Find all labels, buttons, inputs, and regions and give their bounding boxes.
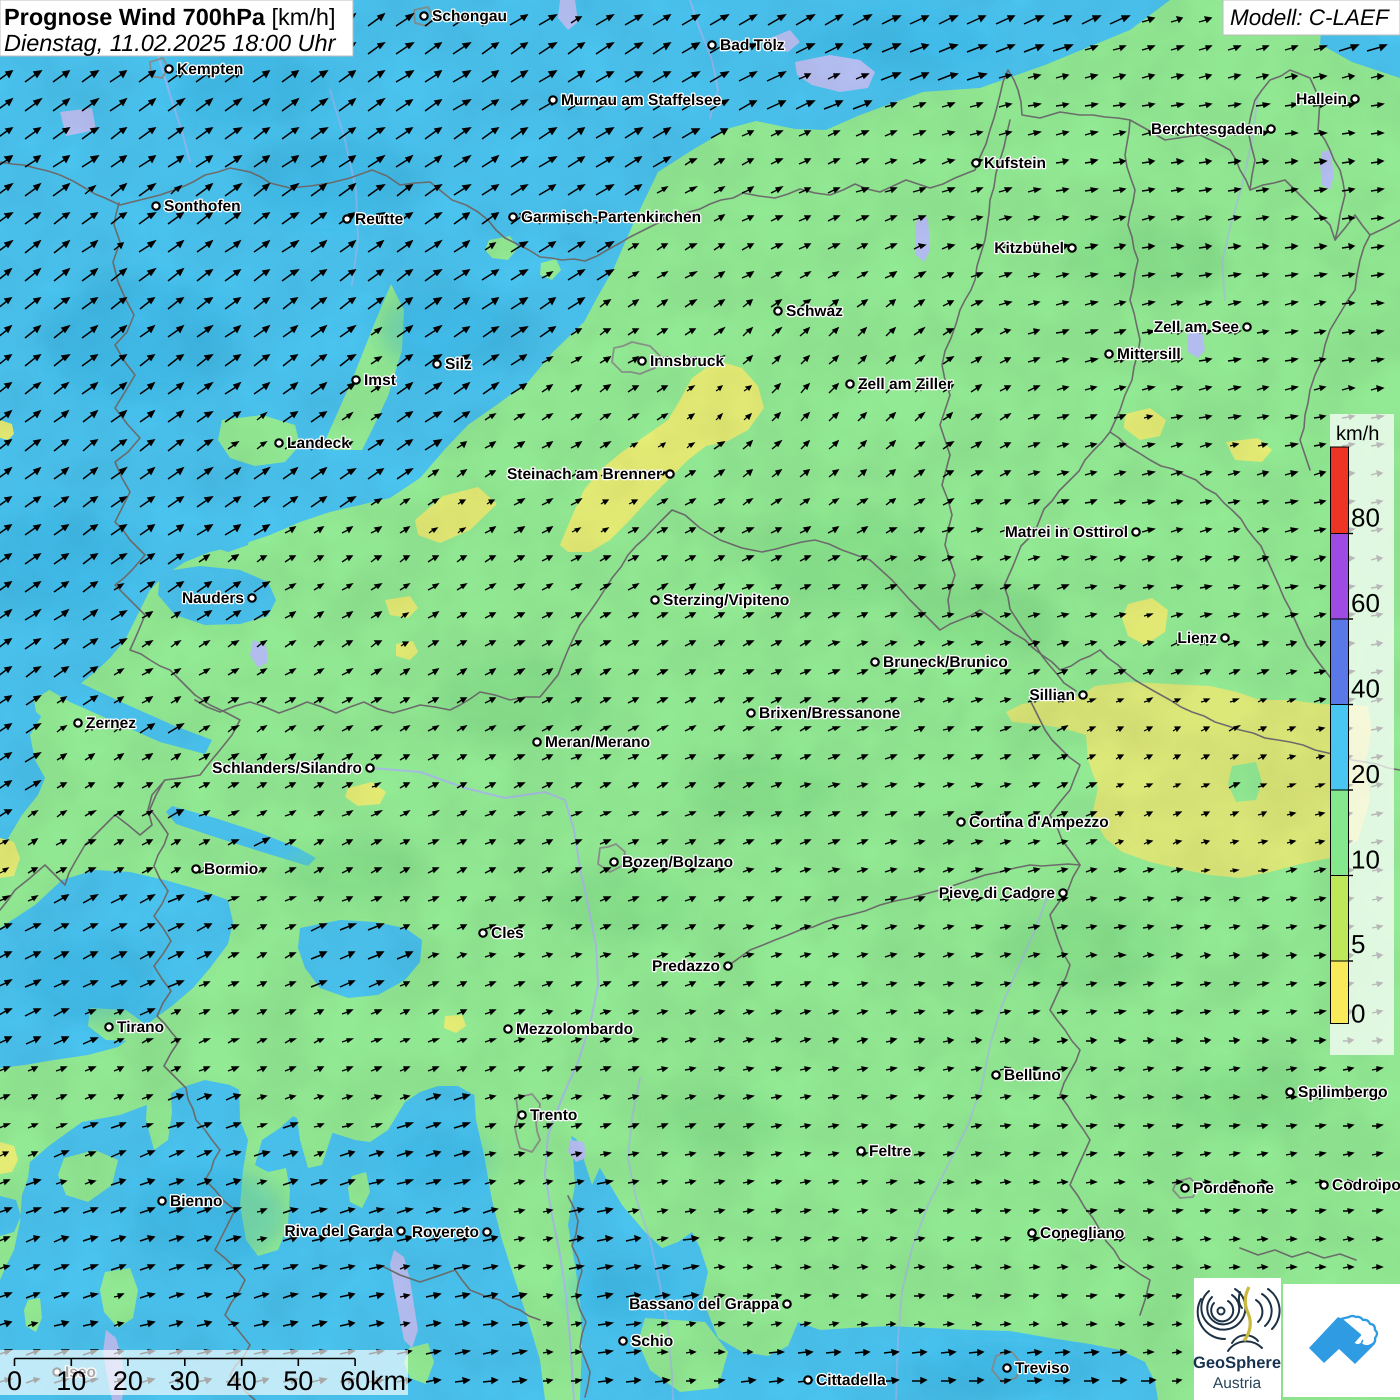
svg-text:Dienstag, 11.02.2025 18:00 Uhr: Dienstag, 11.02.2025 18:00 Uhr xyxy=(4,30,337,56)
svg-text:Feltre: Feltre xyxy=(869,1143,912,1160)
svg-text:60: 60 xyxy=(1351,588,1380,618)
svg-text:Codroipo: Codroipo xyxy=(1332,1177,1400,1194)
svg-text:Nauders: Nauders xyxy=(182,590,244,607)
svg-text:Hallein: Hallein xyxy=(1296,91,1347,108)
svg-text:Silz: Silz xyxy=(445,356,472,373)
svg-text:Reutte: Reutte xyxy=(355,211,404,228)
svg-text:20: 20 xyxy=(113,1366,143,1396)
svg-text:Sillian: Sillian xyxy=(1029,687,1075,704)
svg-text:Kufstein: Kufstein xyxy=(984,155,1046,172)
svg-text:Riva del Garda: Riva del Garda xyxy=(284,1223,393,1240)
svg-text:Zernez: Zernez xyxy=(86,715,136,732)
svg-text:Schio: Schio xyxy=(631,1333,673,1350)
svg-text:Conegliano: Conegliano xyxy=(1040,1225,1124,1242)
svg-text:30: 30 xyxy=(170,1366,200,1396)
svg-text:Bruneck/Brunico: Bruneck/Brunico xyxy=(883,654,1008,671)
svg-text:Zell am Ziller: Zell am Ziller xyxy=(858,376,953,393)
svg-text:Kitzbühel: Kitzbühel xyxy=(994,240,1064,257)
svg-text:Schongau: Schongau xyxy=(432,8,507,25)
svg-text:km: km xyxy=(370,1366,406,1396)
svg-text:Modell: C-LAEF: Modell: C-LAEF xyxy=(1230,5,1390,30)
svg-text:50: 50 xyxy=(283,1366,313,1396)
svg-text:10: 10 xyxy=(1351,845,1380,875)
svg-text:Tirano: Tirano xyxy=(117,1019,164,1036)
svg-text:Brixen/Bressanone: Brixen/Bressanone xyxy=(759,705,901,722)
svg-text:Cittadella: Cittadella xyxy=(816,1372,886,1389)
svg-text:Bienno: Bienno xyxy=(170,1193,223,1210)
svg-text:10: 10 xyxy=(56,1366,86,1396)
svg-text:Bassano del Grappa: Bassano del Grappa xyxy=(629,1296,779,1313)
svg-text:Lienz: Lienz xyxy=(1177,630,1217,647)
svg-text:Murnau am Staffelsee: Murnau am Staffelsee xyxy=(561,92,722,109)
svg-text:Treviso: Treviso xyxy=(1015,1360,1069,1377)
svg-text:Imst: Imst xyxy=(364,372,396,389)
svg-text:Steinach am Brenner: Steinach am Brenner xyxy=(507,466,662,483)
svg-text:5: 5 xyxy=(1351,929,1365,959)
svg-text:40: 40 xyxy=(227,1366,257,1396)
svg-text:Schlanders/Silandro: Schlanders/Silandro xyxy=(212,760,362,777)
svg-text:Matrei in Osttirol: Matrei in Osttirol xyxy=(1005,524,1128,541)
svg-text:Pordenone: Pordenone xyxy=(1193,1180,1274,1197)
svg-text:Mittersill: Mittersill xyxy=(1117,346,1181,363)
svg-text:0: 0 xyxy=(1351,999,1365,1029)
svg-text:Cortina d'Ampezzo: Cortina d'Ampezzo xyxy=(969,814,1109,831)
svg-text:Predazzo: Predazzo xyxy=(652,958,720,975)
svg-text:Innsbruck: Innsbruck xyxy=(650,353,724,370)
svg-text:Kempten: Kempten xyxy=(177,61,243,78)
svg-text:Cles: Cles xyxy=(491,925,524,942)
svg-text:Bad Tölz: Bad Tölz xyxy=(720,37,785,54)
svg-text:GeoSphere: GeoSphere xyxy=(1193,1354,1281,1372)
svg-text:Bozen/Bolzano: Bozen/Bolzano xyxy=(622,854,733,871)
svg-text:40: 40 xyxy=(1351,674,1380,704)
svg-text:Sonthofen: Sonthofen xyxy=(164,198,241,215)
svg-text:Schwaz: Schwaz xyxy=(786,303,843,320)
svg-text:Berchtesgaden: Berchtesgaden xyxy=(1151,121,1263,138)
svg-text:Meran/Merano: Meran/Merano xyxy=(545,734,650,751)
svg-text:Trento: Trento xyxy=(530,1107,577,1124)
svg-text:20: 20 xyxy=(1351,759,1380,789)
svg-text:Garmisch-Partenkirchen: Garmisch-Partenkirchen xyxy=(521,209,701,226)
svg-text:Belluno: Belluno xyxy=(1004,1067,1061,1084)
svg-text:Mezzolombardo: Mezzolombardo xyxy=(516,1021,633,1038)
svg-text:0: 0 xyxy=(7,1366,22,1396)
svg-text:Sterzing/Vipiteno: Sterzing/Vipiteno xyxy=(663,592,789,609)
svg-text:km/h: km/h xyxy=(1336,423,1379,445)
svg-text:Austria: Austria xyxy=(1213,1375,1262,1392)
svg-text:Spilimbergo: Spilimbergo xyxy=(1298,1084,1388,1101)
svg-text:60: 60 xyxy=(340,1366,370,1396)
svg-text:Bormio: Bormio xyxy=(204,861,258,878)
svg-text:80: 80 xyxy=(1351,503,1380,533)
svg-text:Prognose Wind 700hPa [km/h]: Prognose Wind 700hPa [km/h] xyxy=(4,4,335,30)
svg-text:Pieve di Cadore: Pieve di Cadore xyxy=(939,885,1056,902)
svg-text:Rovereto: Rovereto xyxy=(412,1224,479,1241)
svg-text:Zell am See: Zell am See xyxy=(1154,319,1240,336)
svg-text:Landeck: Landeck xyxy=(287,435,350,452)
